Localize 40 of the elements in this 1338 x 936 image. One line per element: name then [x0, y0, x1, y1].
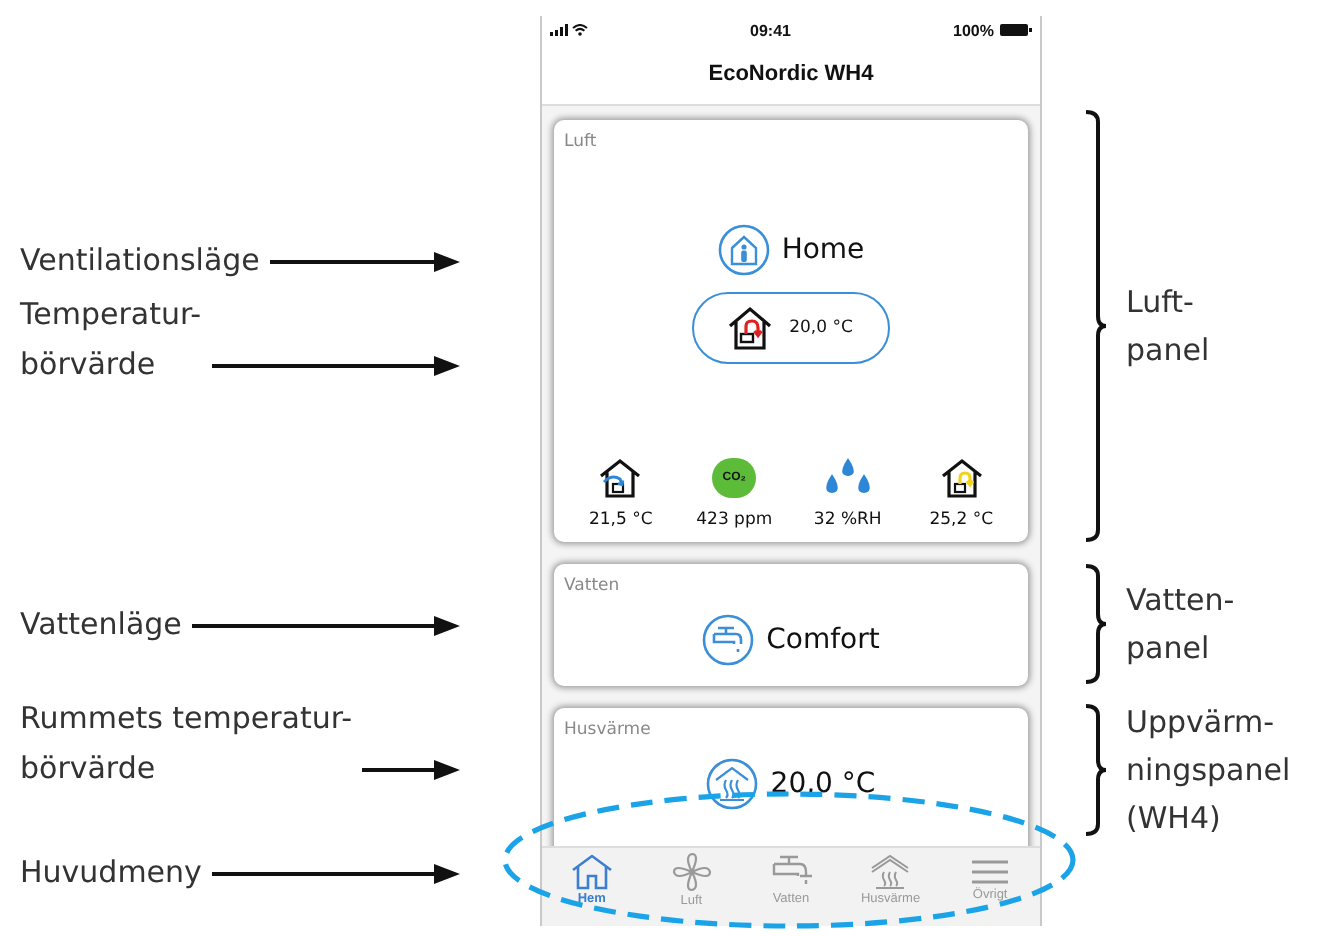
panel-label: Vatten [564, 576, 620, 596]
home-mode-icon [717, 224, 770, 276]
app-title: EcoNordic WH4 [708, 62, 874, 86]
battery-icon [1000, 24, 1032, 36]
ventilation-mode[interactable]: Home [781, 234, 865, 266]
tap-icon [768, 853, 813, 889]
reading-value: 32 %RH [813, 510, 882, 530]
callout-label: Vattenläge [20, 604, 182, 646]
bracket [1084, 704, 1108, 836]
house-heat-icon [725, 306, 774, 350]
reading-value: 423 ppm [696, 510, 773, 530]
callout-label: Temperatur- börvärde [20, 294, 202, 386]
menu-icon [970, 857, 1011, 885]
water-mode[interactable]: Comfort [766, 624, 880, 656]
wifi-icon [572, 24, 588, 36]
house-extract-icon [939, 458, 984, 498]
callout-label: Luft- panel [1126, 282, 1210, 372]
clock-text: 09:41 [750, 21, 791, 39]
house-supply-icon [598, 458, 643, 498]
battery-percent: 100% [953, 21, 994, 39]
callout-label: Ventilationsläge [20, 240, 260, 282]
tap-icon [702, 614, 755, 666]
arrow [362, 760, 460, 780]
callout-label: Uppvärm- ningspanel (WH4) [1126, 702, 1291, 840]
home-icon [569, 853, 614, 889]
room-temperature-setpoint[interactable]: 20,0 °C [770, 768, 876, 800]
callout-label: Vatten- panel [1126, 580, 1235, 670]
temperature-setpoint-button[interactable]: 20,0 °C [691, 292, 891, 364]
panel-label: Luft [564, 132, 597, 152]
fan-icon [671, 851, 712, 891]
reading-value: 25,2 °C [929, 510, 994, 530]
callout-label: Huvudmeny [20, 852, 202, 894]
callout-label: Rummets temperatur- börvärde [20, 698, 353, 790]
heating-icon [868, 853, 913, 889]
signal-icon [550, 24, 568, 36]
water-drops-icon [821, 458, 874, 498]
panel-label: Husvärme [564, 720, 651, 740]
bracket [1084, 564, 1108, 684]
heating-icon [706, 758, 759, 810]
reading-value: 21,5 °C [588, 510, 653, 530]
